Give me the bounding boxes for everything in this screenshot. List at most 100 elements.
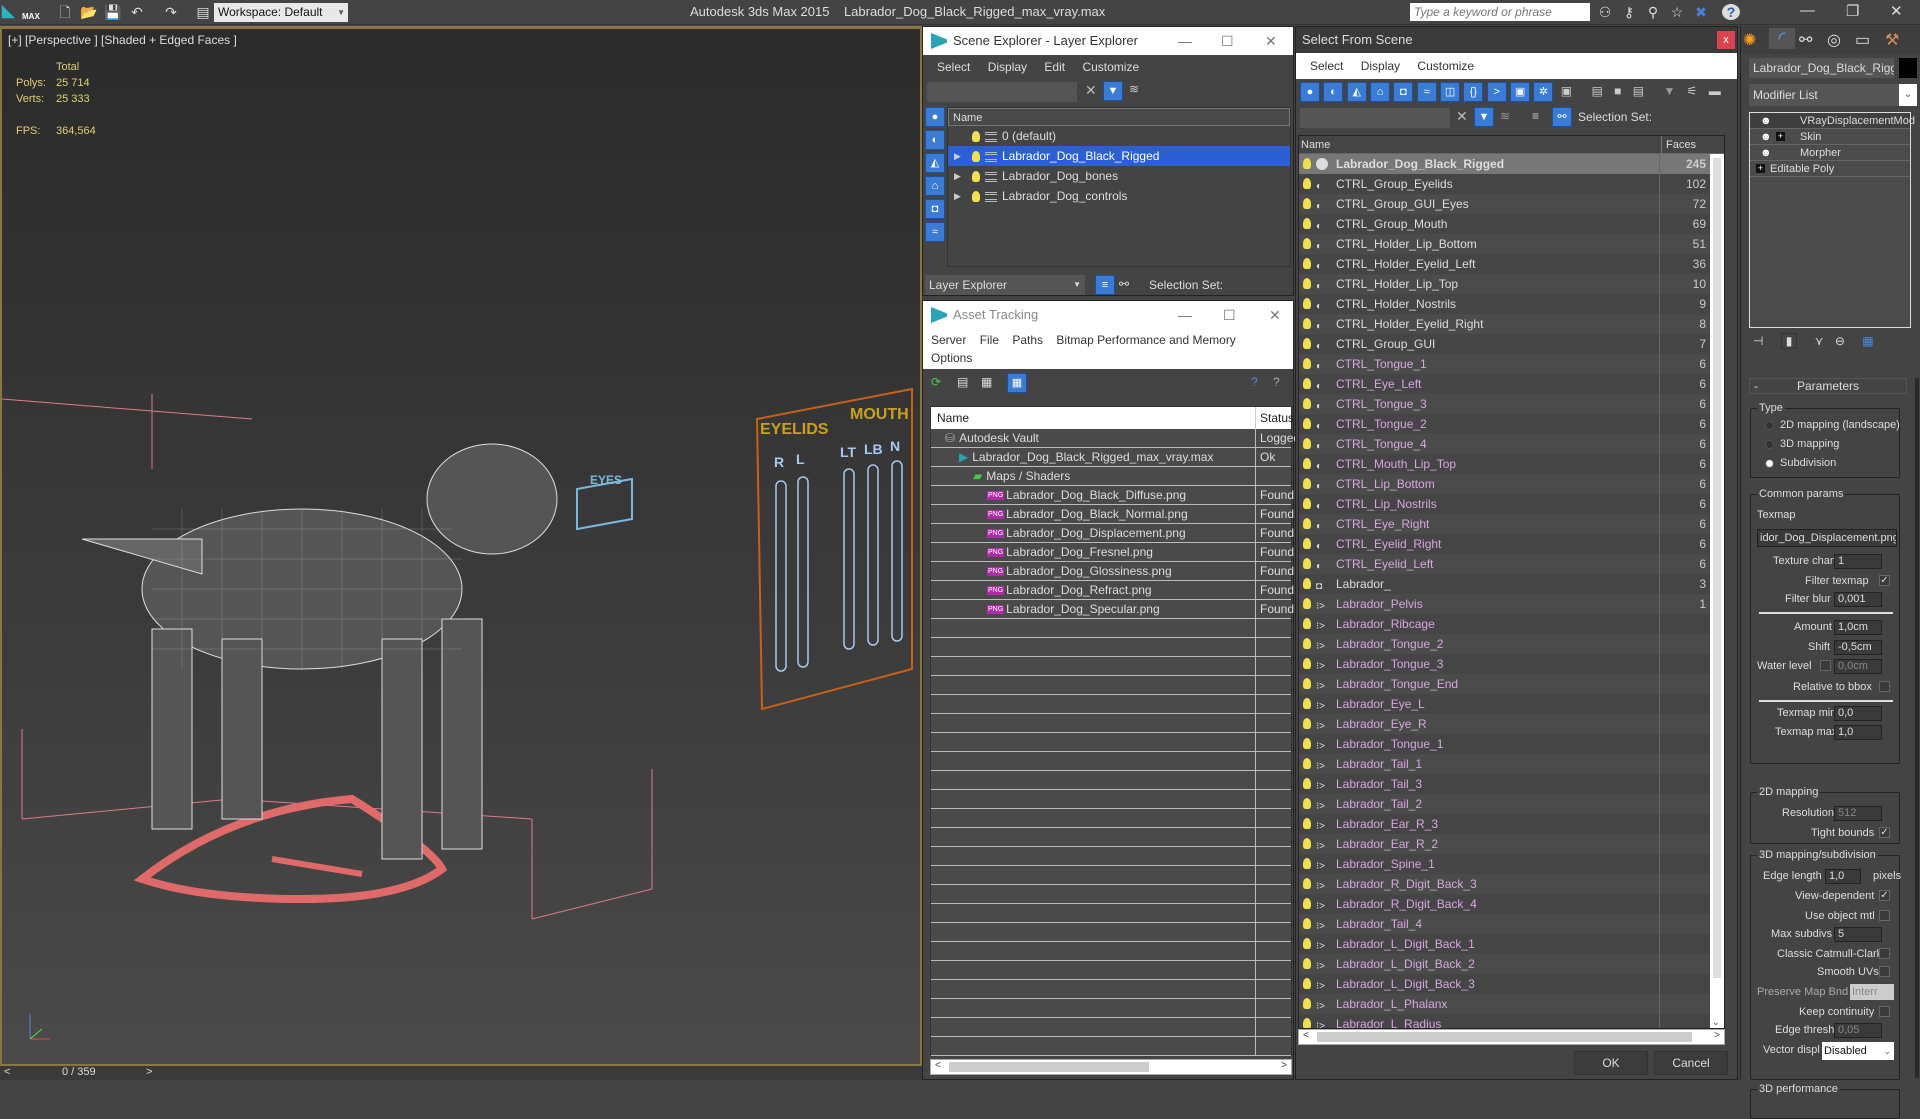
lightbulb-icon[interactable] bbox=[1303, 478, 1311, 489]
asset-row[interactable]: PNG Labrador_Dog_Glossiness.png Found bbox=[931, 562, 1294, 581]
object-list-horizontal-scrollbar[interactable]: < > bbox=[1298, 1029, 1725, 1045]
layers-view-icon[interactable]: ≡ bbox=[1532, 109, 1539, 123]
layer-options-icon[interactable]: ≋ bbox=[1129, 82, 1139, 96]
layer-row[interactable]: ▶ Labrador_Dog_controls bbox=[948, 186, 1290, 206]
asset-row[interactable]: PNG Labrador_Dog_Refract.png Found bbox=[931, 581, 1294, 600]
lightbulb-icon[interactable] bbox=[1303, 898, 1311, 909]
object-row[interactable]: ⁝> Labrador_Tongue_1 bbox=[1299, 734, 1710, 754]
modifier-stack-item[interactable]: ☻ Morpher bbox=[1750, 145, 1910, 161]
object-row[interactable]: ⁝> Labrador_Pelvis 1 bbox=[1299, 594, 1710, 614]
menu-customize[interactable]: Customize bbox=[1417, 59, 1474, 73]
expand-plus-icon[interactable]: + bbox=[1756, 164, 1765, 173]
app-menu-button[interactable]: ◣ MAX bbox=[2, 1, 42, 24]
cancel-button[interactable]: Cancel bbox=[1654, 1051, 1728, 1075]
object-row[interactable]: ⁝> Labrador_Ribcage bbox=[1299, 614, 1710, 634]
object-row[interactable]: ⁝> Labrador_Tail_1 bbox=[1299, 754, 1710, 774]
object-row[interactable]: ◐ CTRL_Group_GUI_Eyes 72 bbox=[1299, 194, 1710, 214]
minimize-icon[interactable]: — bbox=[1178, 301, 1192, 329]
lightbulb-icon[interactable] bbox=[972, 151, 980, 163]
asset-row[interactable]: PNG Labrador_Dog_Black_Diffuse.png Found bbox=[931, 486, 1294, 505]
geometry-filter-icon[interactable]: ● bbox=[1300, 82, 1320, 102]
smooth-uvs-checkbox[interactable] bbox=[1879, 966, 1890, 977]
lightbulb-icon[interactable] bbox=[1303, 758, 1311, 769]
help-icon[interactable]: ? bbox=[1722, 4, 1740, 20]
lightbulb-icon[interactable] bbox=[1303, 178, 1311, 189]
lightbulb-icon[interactable] bbox=[1303, 878, 1311, 889]
lights-filter-icon[interactable]: ◭ bbox=[1346, 82, 1367, 102]
object-row[interactable]: ⁝> Labrador_Tail_2 bbox=[1299, 794, 1710, 814]
lightbulb-icon[interactable] bbox=[1303, 798, 1311, 809]
asset-row[interactable]: ⛁ Autodesk Vault Logged bbox=[931, 429, 1300, 448]
lightbulb-icon[interactable] bbox=[1303, 718, 1311, 729]
scroll-left-icon[interactable]: < bbox=[1303, 1030, 1309, 1041]
object-row[interactable]: ⁝> Labrador_Tongue_2 bbox=[1299, 634, 1710, 654]
object-row[interactable]: ◐ CTRL_Tongue_4 6 bbox=[1299, 434, 1710, 454]
bones-filter-icon[interactable]: > bbox=[1486, 82, 1507, 102]
lightbulb-icon[interactable] bbox=[1303, 358, 1311, 369]
lightbulb-icon[interactable] bbox=[1303, 938, 1311, 949]
object-row[interactable]: ◐ CTRL_Eye_Left 6 bbox=[1299, 374, 1710, 394]
asset-row[interactable]: PNG Labrador_Dog_Displacement.png Found bbox=[931, 524, 1294, 543]
display-all-icon[interactable]: ▤ bbox=[1591, 84, 1602, 98]
lightbulb-icon[interactable] bbox=[1303, 378, 1311, 389]
close-icon[interactable]: x bbox=[1717, 31, 1735, 49]
object-row[interactable]: ⁝> Labrador_R_Digit_Back_4 bbox=[1299, 894, 1710, 914]
layer-row[interactable]: ▶ Labrador_Dog_bones bbox=[948, 166, 1290, 186]
lightbulb-icon[interactable] bbox=[1303, 578, 1311, 589]
cameras-filter-icon[interactable]: ⌂ bbox=[1370, 82, 1391, 102]
prev-frame-button[interactable]: < bbox=[4, 1066, 10, 1078]
amount-spinner[interactable]: 1,0cm bbox=[1834, 620, 1882, 635]
menu-server[interactable]: Server bbox=[931, 333, 966, 347]
lightbulb-icon[interactable] bbox=[1303, 458, 1311, 469]
relative-bbox-checkbox[interactable] bbox=[1879, 681, 1890, 692]
satellite-icon[interactable]: ⚲ bbox=[1644, 4, 1662, 20]
lightbulb-icon[interactable] bbox=[1303, 1018, 1311, 1028]
spacewarps-filter-icon[interactable]: ≈ bbox=[925, 222, 945, 242]
object-row[interactable]: ◐ CTRL_Holder_Lip_Top 10 bbox=[1299, 274, 1710, 294]
scrollbar-thumb[interactable] bbox=[1317, 1032, 1692, 1042]
shapes-filter-icon[interactable]: ◐ bbox=[925, 130, 945, 150]
texmap-max-spinner[interactable]: 1,0 bbox=[1834, 725, 1882, 740]
resolution-spinner[interactable]: 512 bbox=[1834, 806, 1882, 821]
make-unique-icon[interactable]: ⋎ bbox=[1815, 334, 1824, 348]
lights-filter-icon[interactable]: ◭ bbox=[925, 153, 945, 173]
redo-icon[interactable]: ↷ bbox=[162, 4, 180, 20]
object-row[interactable]: ◐ CTRL_Holder_Eyelid_Left 36 bbox=[1299, 254, 1710, 274]
minimize-icon[interactable]: — bbox=[1800, 2, 1815, 19]
object-row[interactable]: ◐ CTRL_Holder_Eyelid_Right 8 bbox=[1299, 314, 1710, 334]
vault-logout-icon[interactable]: ? bbox=[1273, 375, 1280, 389]
lightbulb-icon[interactable] bbox=[1303, 238, 1311, 249]
expand-arrow-icon[interactable]: ▶ bbox=[954, 186, 961, 206]
object-row[interactable]: ⁝> Labrador_L_Digit_Back_1 bbox=[1299, 934, 1710, 954]
lightbulb-icon[interactable] bbox=[1303, 698, 1311, 709]
object-row[interactable]: ⁝> Labrador_Tongue_3 bbox=[1299, 654, 1710, 674]
parameters-rollout[interactable]: - Parameters bbox=[1749, 378, 1907, 394]
clear-search-icon[interactable]: ✕ bbox=[1456, 108, 1468, 125]
helpers-filter-icon[interactable]: ◘ bbox=[925, 199, 945, 219]
maximize-icon[interactable]: ☐ bbox=[1223, 301, 1236, 329]
lightbulb-icon[interactable] bbox=[1303, 318, 1311, 329]
object-row[interactable]: ◘ Labrador_ 3 bbox=[1299, 574, 1710, 594]
lightbulb-icon[interactable] bbox=[1303, 258, 1311, 269]
expand-plus-icon[interactable]: + bbox=[1776, 132, 1785, 141]
expand-arrow-icon[interactable]: ▶ bbox=[954, 146, 961, 166]
close-icon[interactable]: ✕ bbox=[1265, 27, 1277, 55]
filter-settings-icon[interactable]: ⚟ bbox=[1687, 84, 1698, 98]
scrollbar-thumb[interactable] bbox=[1713, 158, 1721, 978]
hierarchy-tab-icon[interactable]: ⚯ bbox=[1799, 30, 1812, 50]
display-tab-icon[interactable]: ▭ bbox=[1855, 30, 1870, 50]
create-tab-icon[interactable]: ✺ bbox=[1743, 30, 1756, 50]
layer-row[interactable]: 0 (default) bbox=[948, 126, 1290, 146]
modifier-stack-item[interactable]: + Editable Poly bbox=[1750, 161, 1910, 177]
object-row[interactable]: ⁝> Labrador_Eye_L bbox=[1299, 694, 1710, 714]
lightbulb-icon[interactable] bbox=[1303, 958, 1311, 969]
hidden-filter-icon[interactable]: ▣ bbox=[1561, 84, 1572, 98]
menu-customize[interactable]: Customize bbox=[1082, 60, 1139, 74]
geometry-filter-icon[interactable]: ● bbox=[925, 107, 945, 127]
object-row[interactable]: Labrador_Dog_Black_Rigged 245 bbox=[1299, 154, 1710, 174]
vector-displ-dropdown[interactable]: Disabled ⌄ bbox=[1822, 1042, 1894, 1060]
project-folder-icon[interactable]: ▤ bbox=[194, 4, 212, 20]
modifier-list-dropdown[interactable]: Modifier List ⌄ bbox=[1749, 84, 1917, 106]
cameras-filter-icon[interactable]: ⌂ bbox=[925, 176, 945, 196]
radio-3d-mapping[interactable]: 3D mapping bbox=[1765, 438, 1839, 450]
